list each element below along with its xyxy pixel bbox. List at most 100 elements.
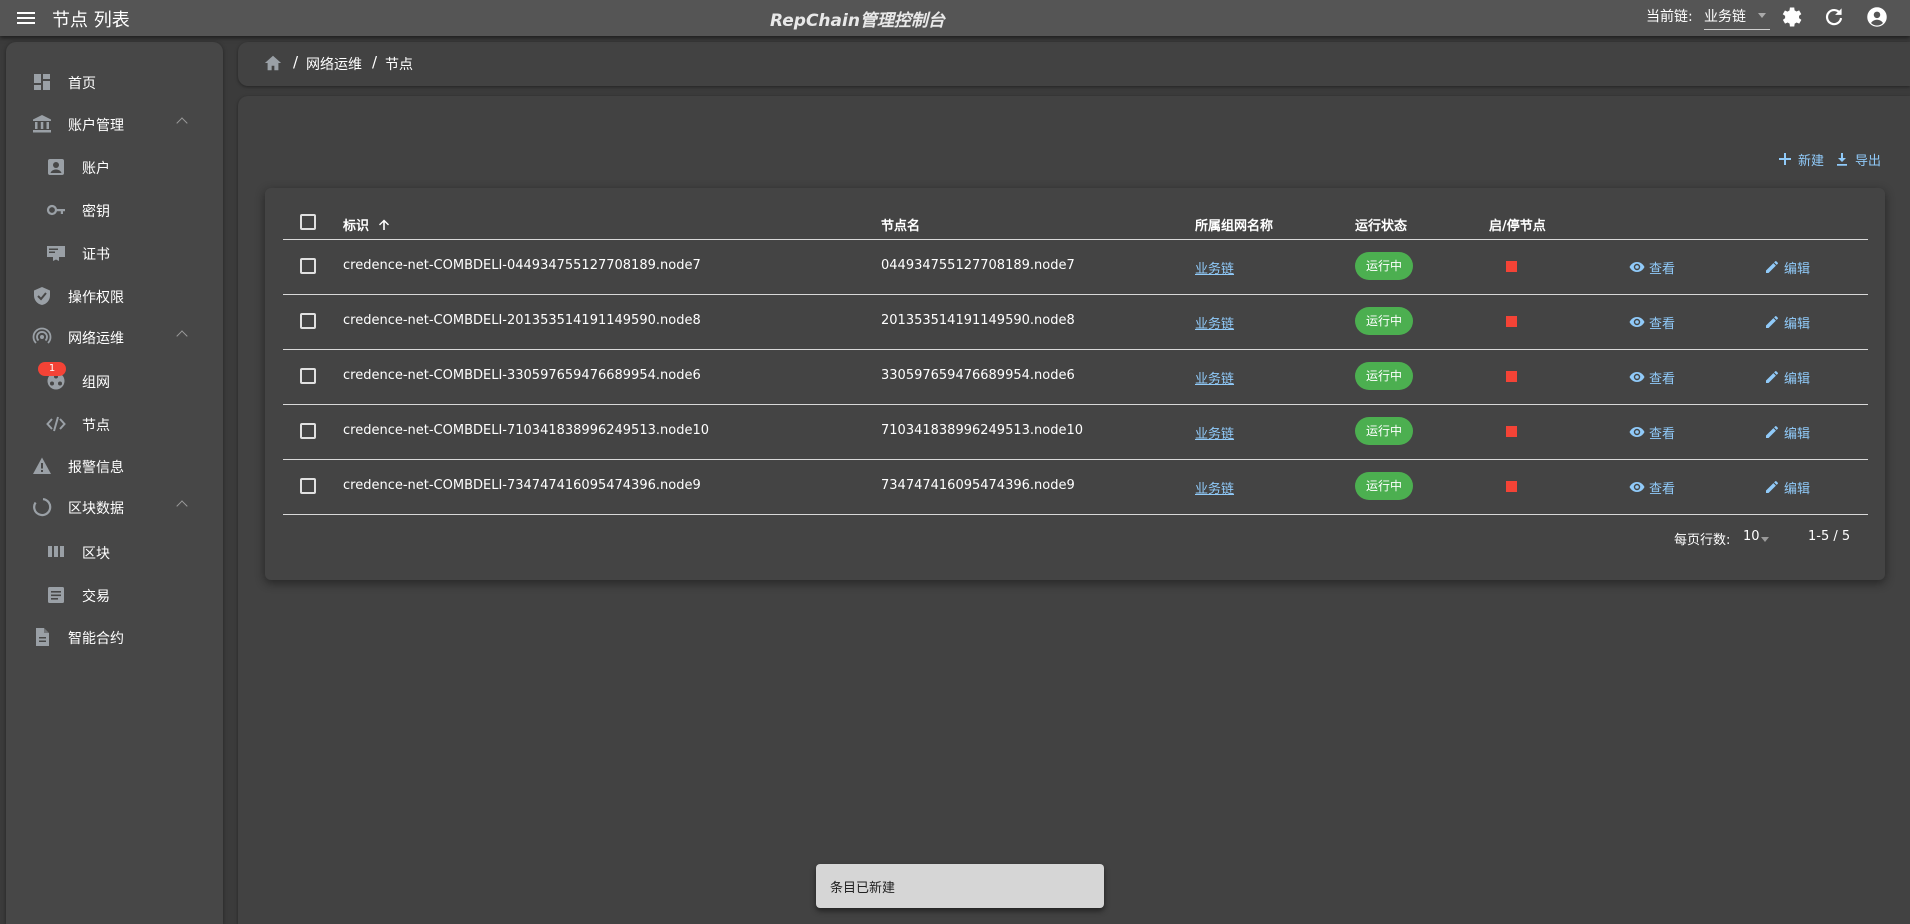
column-header-id-label: 标识: [343, 219, 370, 234]
sidebar-item-nodes[interactable]: 节点: [6, 406, 223, 442]
row-divider: [283, 294, 1868, 295]
refresh-icon[interactable]: [1821, 4, 1847, 30]
view-button-label: 查看: [1649, 372, 1676, 387]
sidebar-item-label: 组网: [82, 375, 110, 391]
sidebar-item-account-management[interactable]: 账户管理: [6, 106, 223, 142]
sidebar-item-alerts[interactable]: 报警信息: [6, 448, 223, 484]
stop-node-icon[interactable]: [1506, 481, 1517, 492]
current-chain-label: 当前链:: [1646, 9, 1693, 25]
dashboard-icon: [32, 72, 52, 92]
broadcast-icon: [32, 327, 52, 347]
chain-select[interactable]: 业务链: [1704, 4, 1770, 30]
sidebar-item-label: 交易: [82, 589, 110, 605]
stop-node-icon[interactable]: [1506, 316, 1517, 327]
row-checkbox[interactable]: [300, 478, 316, 494]
chevron-down-icon: [1758, 13, 1766, 18]
bank-icon: [32, 114, 52, 134]
row-network-link[interactable]: 业务链: [1195, 478, 1234, 497]
row-checkbox[interactable]: [300, 258, 316, 274]
row-name: 734747416095474396.node9: [881, 478, 1075, 493]
edit-button-label: 编辑: [1784, 372, 1811, 387]
account-box-icon: [46, 157, 66, 177]
sidebar-item-smart-contracts[interactable]: 智能合约: [6, 619, 223, 655]
row-id: credence-net-COMBDELI-044934755127708189…: [343, 258, 701, 273]
pencil-icon: [1766, 480, 1779, 493]
list-icon: [46, 585, 66, 605]
breadcrumb-network-ops[interactable]: 网络运维: [306, 54, 362, 74]
chevron-up-icon: [176, 117, 188, 129]
menu-icon[interactable]: [14, 6, 38, 30]
export-button-label: 导出: [1855, 154, 1882, 169]
chevron-down-icon[interactable]: [1761, 537, 1769, 542]
status-badge: 运行中: [1355, 472, 1413, 500]
sidebar-item-account[interactable]: 账户: [6, 149, 223, 185]
download-icon: [1837, 153, 1847, 166]
node-icon: [46, 414, 66, 434]
rows-per-page-select[interactable]: 10: [1743, 529, 1760, 544]
row-divider: [283, 514, 1868, 515]
sidebar-item-permissions[interactable]: 操作权限: [6, 278, 223, 314]
stop-node-icon[interactable]: [1506, 426, 1517, 437]
view-button-label: 查看: [1649, 482, 1676, 497]
row-network-link[interactable]: 业务链: [1195, 423, 1234, 442]
row-checkbox[interactable]: [300, 423, 316, 439]
row-network-link[interactable]: 业务链: [1195, 258, 1234, 277]
row-name: 710341838996249513.node10: [881, 423, 1083, 438]
sidebar-item-keys[interactable]: 密钥: [6, 192, 223, 228]
notification-badge: 1: [38, 362, 66, 376]
breadcrumb-nodes: 节点: [385, 57, 413, 73]
sidebar-item-network-ops[interactable]: 网络运维: [6, 319, 223, 355]
status-badge: 运行中: [1355, 307, 1413, 335]
pencil-icon: [1766, 370, 1779, 383]
chain-select-value: 业务链: [1704, 9, 1746, 25]
stop-node-icon[interactable]: [1506, 371, 1517, 382]
sidebar-item-block-data[interactable]: 区块数据: [6, 489, 223, 525]
edit-button-label: 编辑: [1784, 317, 1811, 332]
sidebar-item-certificates[interactable]: 证书: [6, 235, 223, 271]
new-button-label: 新建: [1798, 154, 1825, 169]
sidebar-item-blocks[interactable]: 区块: [6, 534, 223, 570]
breadcrumb-separator: /: [293, 53, 299, 71]
sidebar-item-label: 账户管理: [68, 118, 124, 134]
row-checkbox[interactable]: [300, 313, 316, 329]
view-button-label: 查看: [1649, 262, 1676, 277]
sidebar-item-home[interactable]: 首页: [6, 64, 223, 100]
sidebar-item-label: 报警信息: [68, 460, 124, 476]
view-button-label: 查看: [1649, 317, 1676, 332]
column-header-name[interactable]: 节点名: [881, 215, 920, 234]
row-divider: [283, 404, 1868, 405]
edit-button-label: 编辑: [1784, 427, 1811, 442]
status-badge: 运行中: [1355, 362, 1413, 390]
row-divider: [283, 349, 1868, 350]
row-network-link[interactable]: 业务链: [1195, 313, 1234, 332]
column-header-id[interactable]: 标识: [343, 215, 390, 234]
view-button-label: 查看: [1649, 427, 1676, 442]
column-header-toggle[interactable]: 启/停节点: [1489, 215, 1546, 234]
account-icon[interactable]: [1864, 4, 1890, 30]
row-checkbox[interactable]: [300, 368, 316, 384]
home-icon[interactable]: [264, 54, 282, 72]
sidebar-item-label: 证书: [82, 247, 110, 263]
sidebar-item-label: 节点: [82, 418, 110, 434]
stop-node-icon[interactable]: [1506, 261, 1517, 272]
column-header-status[interactable]: 运行状态: [1355, 215, 1407, 234]
row-network-link[interactable]: 业务链: [1195, 368, 1234, 387]
select-all-checkbox[interactable]: [300, 214, 316, 230]
eye-icon: [1629, 482, 1645, 492]
sort-arrow-up-icon: [378, 219, 389, 230]
row-name: 201353514191149590.node8: [881, 313, 1075, 328]
sidebar-item-label: 操作权限: [68, 290, 124, 306]
header-divider: [283, 239, 1868, 240]
eye-icon: [1629, 372, 1645, 382]
settings-icon[interactable]: [1778, 4, 1804, 30]
plus-icon: [1779, 153, 1791, 165]
sidebar-item-label: 网络运维: [68, 331, 124, 347]
app-title: RepChain管理控制台: [770, 11, 945, 31]
page-title: 节点 列表: [52, 10, 130, 31]
status-badge: 运行中: [1355, 252, 1413, 280]
column-header-network[interactable]: 所属组网名称: [1195, 215, 1273, 234]
alert-icon: [32, 456, 52, 476]
sidebar-item-label: 区块: [82, 546, 110, 562]
sidebar-item-transactions[interactable]: 交易: [6, 577, 223, 613]
certificate-icon: [46, 243, 66, 263]
